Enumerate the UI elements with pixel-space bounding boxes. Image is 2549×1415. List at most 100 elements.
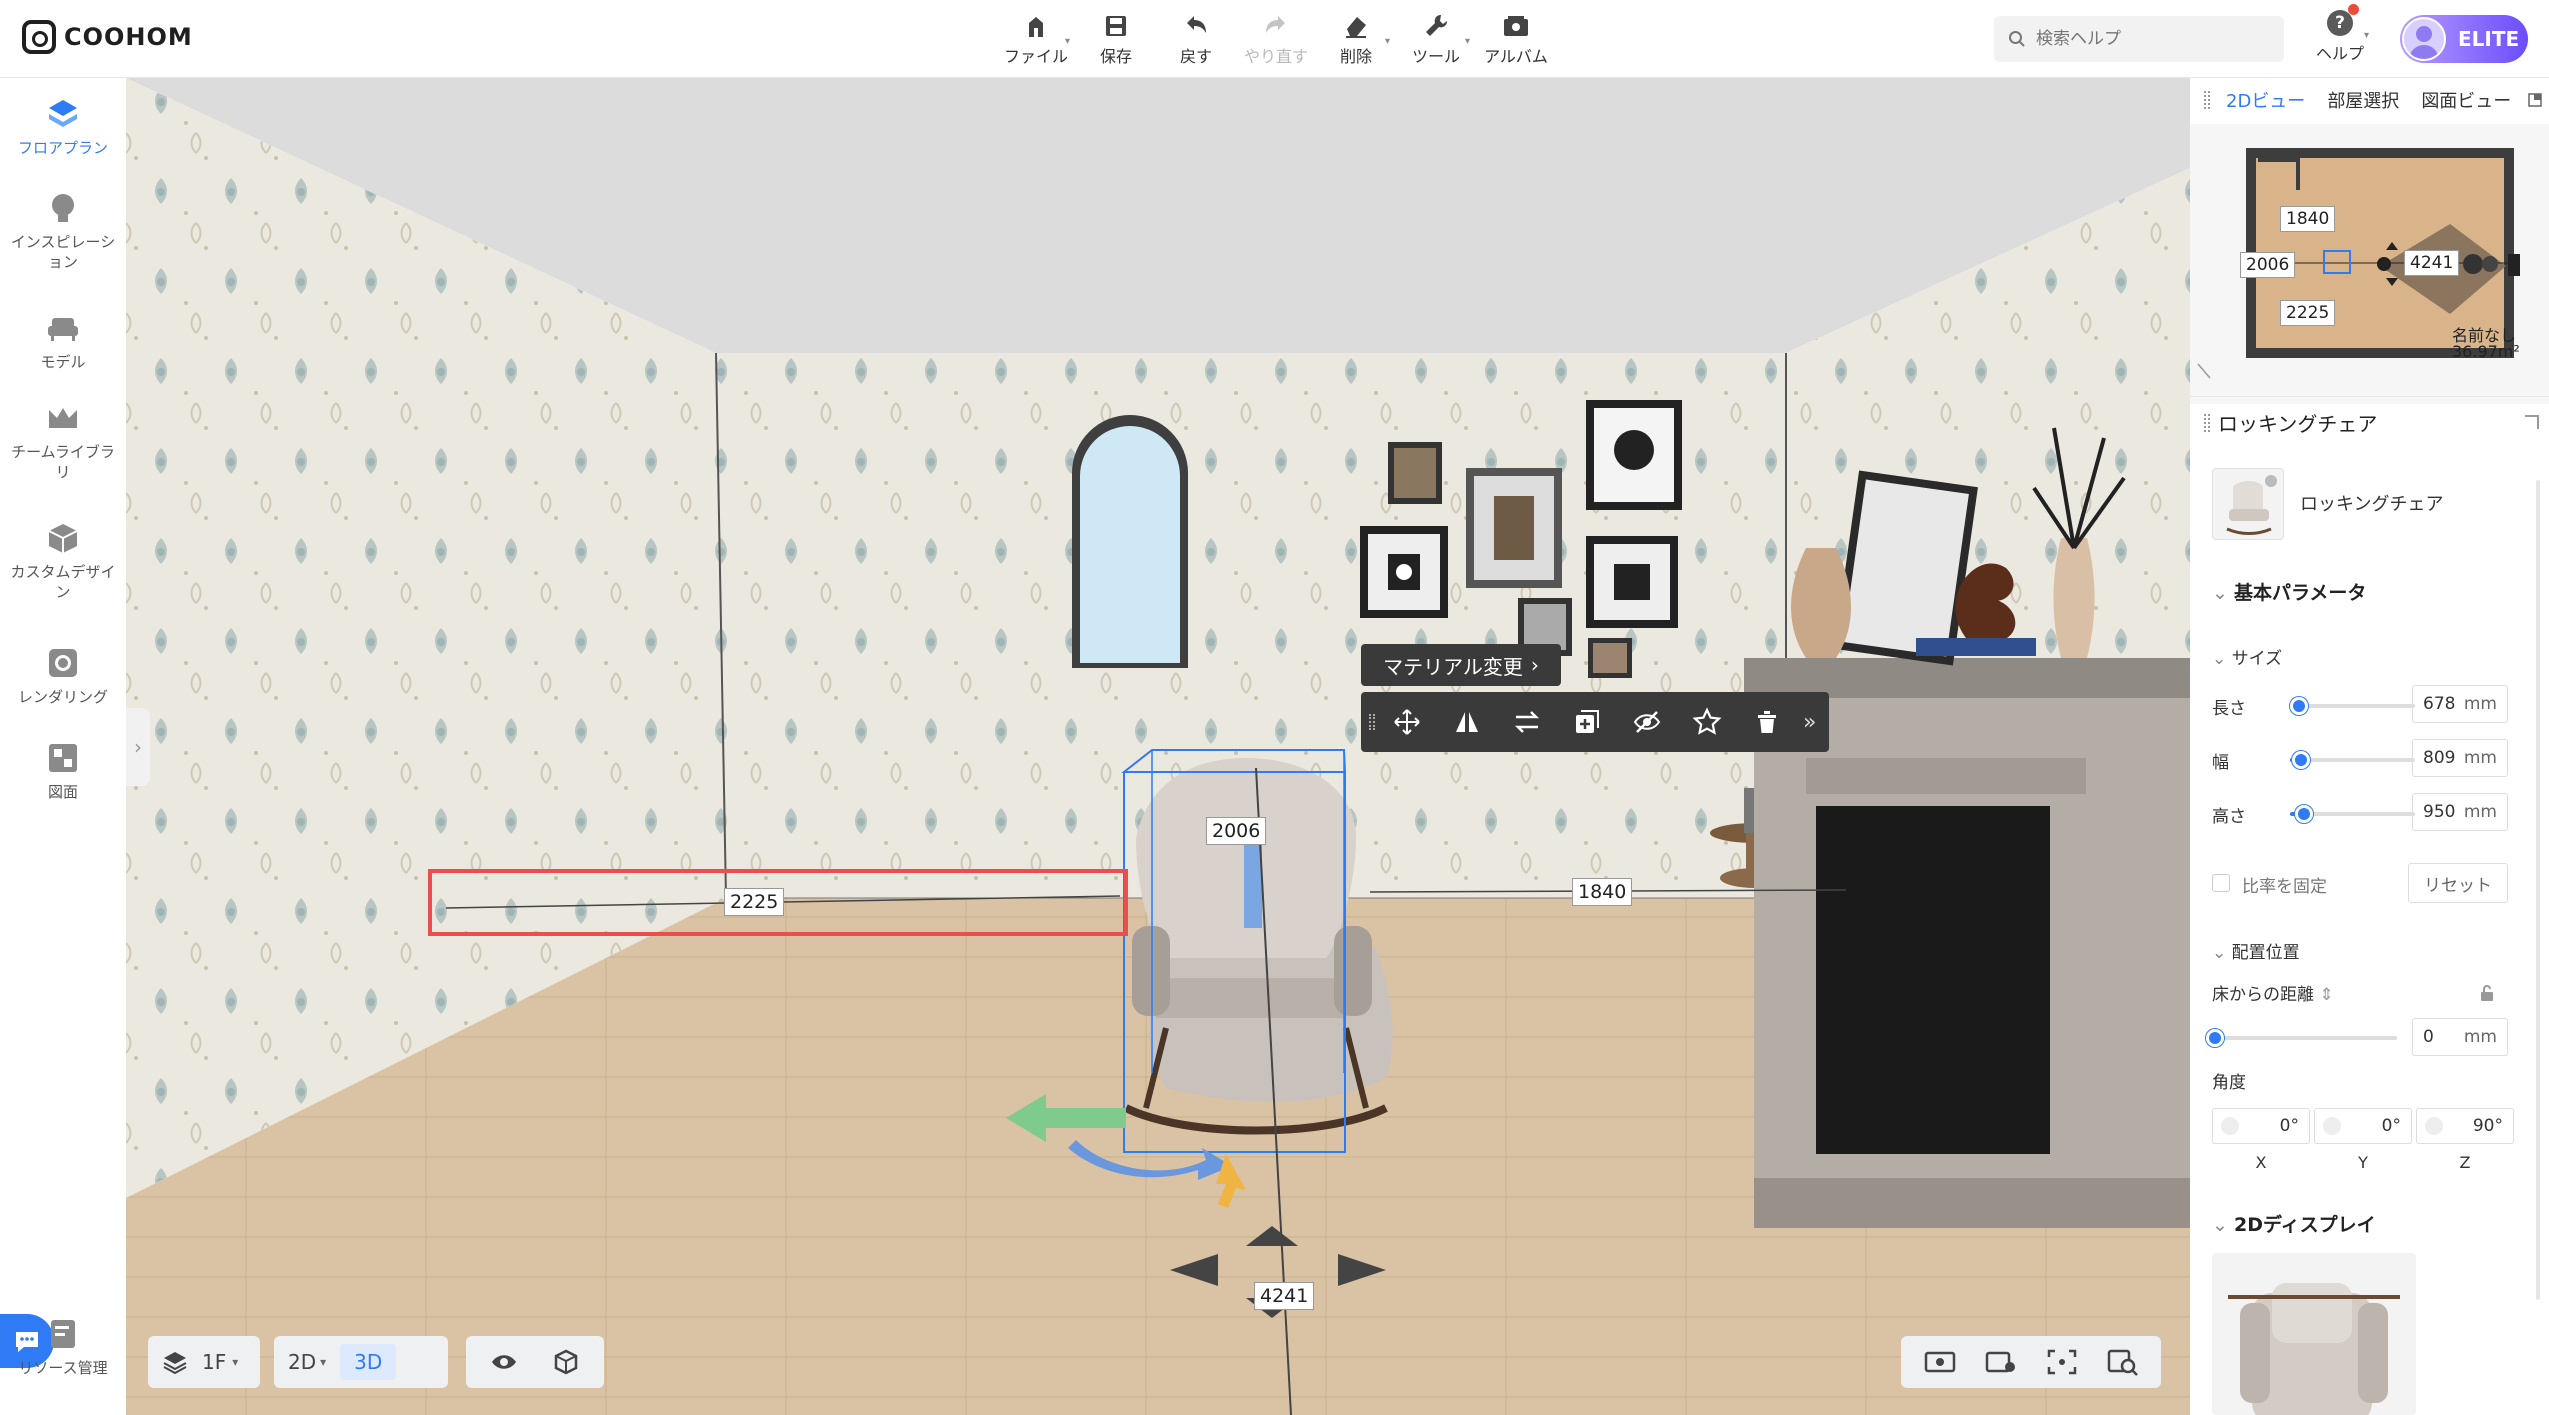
sidebar-item-rendering[interactable]: レンダリング	[0, 643, 126, 707]
fit-view-icon[interactable]	[2045, 1347, 2079, 1377]
reset-button[interactable]: リセット	[2408, 863, 2508, 903]
minimap[interactable]: 1840 2006 4241 2225 名前なし 36.97m²	[2190, 124, 2549, 404]
sidebar-item-team-library[interactable]: チームライブラリ	[0, 398, 126, 482]
app-logo[interactable]: COOHOM	[22, 20, 193, 54]
floor-selector[interactable]: 1F ▾	[148, 1336, 260, 1388]
length-unit: mm	[2463, 694, 2497, 714]
floor-distance-field[interactable]: 0 mm	[2412, 1018, 2508, 1056]
search-icon	[2009, 31, 2025, 47]
2d-display-preview[interactable]	[2212, 1253, 2416, 1415]
angle-knob-icon[interactable]	[2221, 1117, 2239, 1135]
plan-label: ELITE	[2458, 27, 2520, 51]
favorite-button[interactable]	[1687, 702, 1727, 742]
search-input[interactable]	[2036, 29, 2256, 49]
height-unit: mm	[2463, 802, 2497, 822]
slider-knob[interactable]	[2206, 1029, 2224, 1047]
save-button[interactable]: 保存	[1076, 8, 1156, 70]
screenshot-view-icon[interactable]	[1923, 1347, 1957, 1377]
dimension-label-right[interactable]: 1840	[1572, 878, 1633, 906]
tab-2d-view[interactable]: 2Dビュー	[2226, 87, 2305, 113]
angle-y-field[interactable]: 0°	[2314, 1108, 2412, 1144]
help-label: ヘルプ	[2315, 44, 2364, 63]
tab-drawing-view[interactable]: 図面ビュー	[2421, 87, 2511, 113]
dimension-label-bottom[interactable]: 4241	[1254, 1282, 1315, 1310]
album-button[interactable]: アルバム	[1476, 8, 1556, 70]
unlock-icon[interactable]	[2478, 984, 2496, 1002]
zoom-view-icon[interactable]	[2106, 1347, 2140, 1377]
drag-handle-icon[interactable]	[1369, 714, 1375, 730]
cube-view-icon[interactable]	[552, 1348, 580, 1376]
view-3d-button[interactable]: 3D	[340, 1344, 397, 1380]
sidebar-item-drawing[interactable]: 図面	[0, 738, 126, 802]
angle-z-value: 90°	[2472, 1116, 2503, 1136]
width-slider[interactable]	[2290, 751, 2415, 769]
view-2d-button[interactable]: 2D	[288, 1350, 316, 1374]
sidebar-item-resources[interactable]: リソース管理	[0, 1314, 126, 1378]
expand-icon[interactable]	[2525, 415, 2539, 429]
slider-knob[interactable]	[2295, 805, 2314, 823]
room-scene[interactable]	[126, 78, 2190, 1415]
slider-knob[interactable]	[2291, 751, 2310, 769]
resource-icon	[51, 1320, 75, 1348]
undo-button[interactable]: 戻す	[1156, 8, 1236, 70]
delete-button[interactable]: 削除 ▾	[1316, 8, 1396, 70]
more-actions-icon[interactable]: »	[1803, 710, 1816, 735]
sidebar-item-custom-design[interactable]: カスタムデザイン	[0, 518, 126, 602]
replace-button[interactable]	[1507, 702, 1547, 742]
display-2d-heading[interactable]: ⌄ 2Dディスプレイ	[2212, 1210, 2376, 1237]
drag-handle-icon[interactable]	[2204, 414, 2210, 432]
size-label: サイズ	[2231, 649, 2283, 669]
object-context-toolbar: »	[1361, 692, 1829, 752]
main-tools: ファイル ▾ 保存 戻す やり直す 削除 ▾ ツール ▾ アルバム	[996, 8, 1556, 70]
dimension-label-height[interactable]: 2006	[1206, 817, 1267, 845]
material-change-button[interactable]: マテリアル変更 ›	[1361, 644, 1561, 686]
camera-settings-icon[interactable]	[1984, 1347, 2018, 1377]
size-heading[interactable]: ⌄ サイズ	[2212, 644, 2282, 669]
angle-z-field[interactable]: 90°	[2416, 1108, 2514, 1144]
height-field[interactable]: 950 mm	[2412, 793, 2508, 831]
hide-button[interactable]	[1627, 702, 1667, 742]
angle-x-field[interactable]: 0°	[2212, 1108, 2310, 1144]
sidebar-collapse-toggle[interactable]: ›	[126, 708, 150, 786]
angle-x-value: 0°	[2279, 1116, 2299, 1136]
help-search[interactable]	[1994, 16, 2284, 62]
file-button[interactable]: ファイル ▾	[996, 8, 1076, 70]
3d-viewport[interactable]: 2225 2006 1840 4241 マテリアル変更 › » 1F ▾ 2D …	[126, 78, 2190, 1415]
eye-icon[interactable]	[490, 1348, 518, 1376]
delete-object-button[interactable]	[1747, 702, 1787, 742]
move-button[interactable]	[1387, 702, 1427, 742]
basic-params-heading[interactable]: ⌄ 基本パラメータ	[2212, 578, 2366, 605]
sidebar-item-inspiration[interactable]: インスピレーション	[0, 188, 126, 272]
height-slider[interactable]	[2290, 805, 2415, 823]
axis-x-label: X	[2255, 1153, 2267, 1172]
length-slider[interactable]	[2290, 697, 2415, 715]
lock-ratio-checkbox[interactable]	[2212, 874, 2230, 892]
length-field[interactable]: 678 mm	[2412, 685, 2508, 723]
sidebar-item-floorplan[interactable]: フロアプラン	[0, 94, 126, 158]
placement-label: 配置位置	[2231, 943, 2300, 963]
minimap-dimension-right: 4241	[2404, 250, 2460, 276]
placement-heading[interactable]: ⌄ 配置位置	[2212, 938, 2300, 963]
angle-knob-icon[interactable]	[2425, 1117, 2443, 1135]
tools-button[interactable]: ツール ▾	[1396, 8, 1476, 70]
sidebar-item-model[interactable]: モデル	[0, 308, 126, 372]
redo-button[interactable]: やり直す	[1236, 8, 1316, 70]
mirror-button[interactable]	[1447, 702, 1487, 742]
duplicate-button[interactable]	[1567, 702, 1607, 742]
object-thumbnail[interactable]	[2212, 468, 2284, 540]
floor-distance-slider[interactable]	[2206, 1029, 2397, 1047]
chevron-down-icon[interactable]: ▾	[2364, 30, 2369, 41]
sort-icon[interactable]: ⇕	[2314, 985, 2333, 1005]
account-badge[interactable]: ELITE	[2400, 15, 2528, 63]
slider-knob[interactable]	[2290, 697, 2309, 715]
drag-handle-icon[interactable]	[2204, 91, 2210, 109]
panel-scrollbar[interactable]	[2536, 480, 2540, 1300]
tab-room-select[interactable]: 部屋選択	[2327, 87, 2399, 113]
help-button[interactable]: ? ヘルプ	[2310, 4, 2370, 70]
popout-icon[interactable]	[2527, 92, 2543, 108]
angle-knob-icon[interactable]	[2323, 1117, 2341, 1135]
avatar[interactable]	[2402, 17, 2446, 61]
sidebar-item-label: モデル	[40, 353, 86, 371]
width-field[interactable]: 809 mm	[2412, 739, 2508, 777]
left-sidebar: フロアプラン インスピレーション モデル チームライブラリ カスタムデザイン レ…	[0, 78, 126, 1415]
